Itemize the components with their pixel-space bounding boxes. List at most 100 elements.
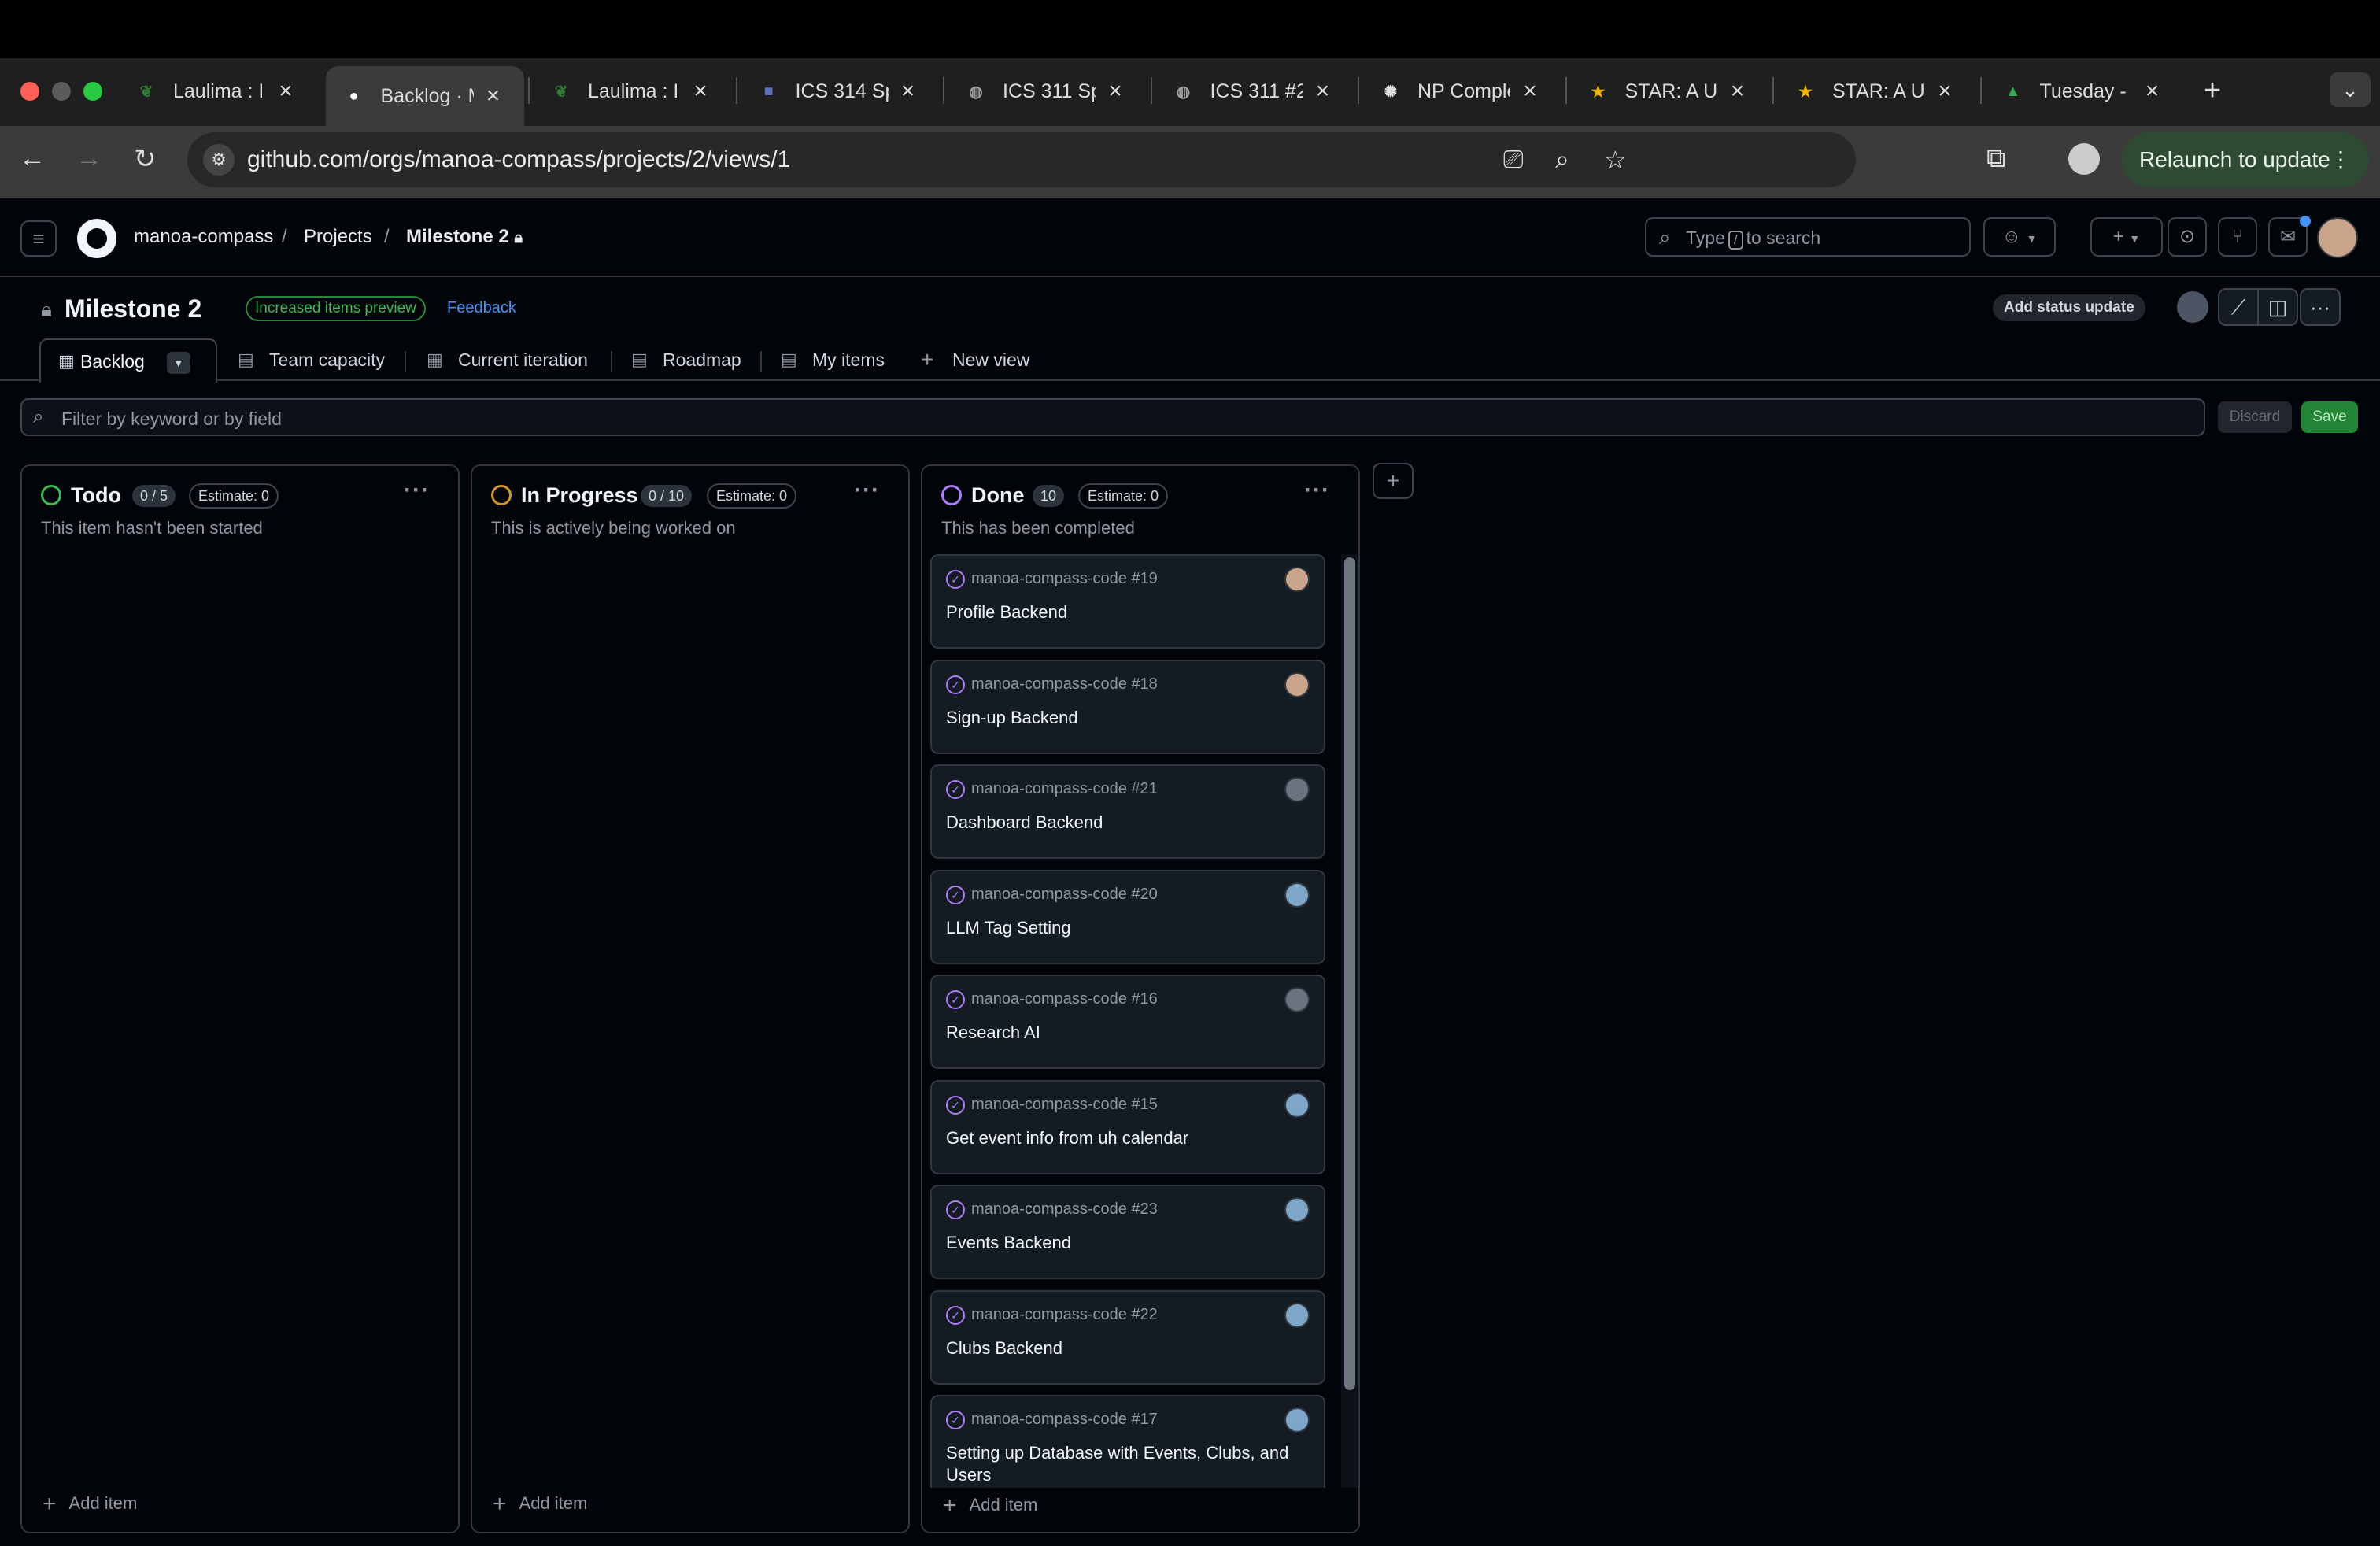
issue-title[interactable]: Profile Backend (946, 601, 1308, 623)
tab-current-iteration[interactable]: ▦ Current iteration (427, 338, 588, 381)
issue-reference[interactable]: manoa-compass-code #21 (971, 780, 1158, 798)
address-bar[interactable]: ⚙ github.com/orgs/manoa-compass/projects… (187, 132, 1856, 187)
reload-icon[interactable]: ↻ (134, 143, 157, 175)
issue-reference[interactable]: manoa-compass-code #15 (971, 1096, 1158, 1114)
browser-profile-avatar[interactable] (2068, 143, 2100, 175)
issue-card[interactable]: ✓ manoa-compass-code #15 Get event info fr… (930, 1079, 1325, 1174)
add-column-plus-icon[interactable]: + (1373, 463, 1414, 499)
issue-title[interactable]: Clubs Backend (946, 1337, 1308, 1359)
github-logo-icon[interactable] (77, 219, 116, 258)
issue-card[interactable]: ✓ manoa-compass-code #20 LLM Tag Setting (930, 869, 1325, 964)
issue-title[interactable]: Setting up Database with Events, Clubs, … (946, 1442, 1308, 1486)
assignee-avatar[interactable] (1284, 882, 1310, 908)
url-text[interactable]: github.com/orgs/manoa-compass/projects/2… (247, 146, 790, 173)
browser-tab[interactable]: ✺ NP Comple × (1362, 68, 1561, 115)
close-tab-icon[interactable]: × (482, 84, 505, 108)
assignee-avatar[interactable] (1284, 1407, 1310, 1433)
tab-my-items[interactable]: ▤ My items (781, 338, 885, 381)
site-info-icon[interactable]: ⚙ (203, 144, 235, 176)
issue-card[interactable]: ✓ manoa-compass-code #19 Profile Backend (930, 554, 1325, 649)
breadcrumb-project[interactable]: Milestone 2 🔒︎ (406, 226, 523, 248)
issue-title[interactable]: Get event info from uh calendar (946, 1127, 1308, 1149)
issue-title[interactable]: Research AI (946, 1022, 1308, 1044)
back-arrow-icon[interactable]: ← (19, 143, 46, 174)
column-menu-icon[interactable]: ··· (1304, 477, 1330, 504)
assignee-avatar[interactable] (1284, 567, 1310, 592)
column-menu-icon[interactable]: ··· (854, 477, 880, 504)
browser-tab[interactable]: ▲ Tuesday - × (1985, 68, 2183, 115)
issue-reference[interactable]: manoa-compass-code #17 (971, 1411, 1158, 1429)
close-tab-icon[interactable]: × (1726, 80, 1750, 103)
close-tab-icon[interactable]: × (896, 80, 920, 103)
tab-search-chevron-icon[interactable]: ⌄ (2330, 72, 2371, 107)
issue-reference[interactable]: manoa-compass-code #20 (971, 886, 1158, 904)
tab-new-view[interactable]: + New view (921, 338, 1029, 381)
issue-reference[interactable]: manoa-compass-code #23 (971, 1200, 1158, 1219)
issue-title[interactable]: Dashboard Backend (946, 812, 1308, 834)
insights-chart-icon[interactable]: ⟋ (2218, 288, 2259, 326)
forward-arrow-icon[interactable]: → (76, 143, 102, 174)
more-options-icon[interactable]: ··· (2300, 288, 2341, 326)
add-item-button[interactable]: + Add item (943, 1492, 1037, 1519)
browser-tab[interactable]: ◍ ICS 311 #2 × (1155, 68, 1354, 115)
hamburger-menu-icon[interactable]: ≡ (20, 220, 57, 257)
assignee-avatar[interactable] (1284, 1197, 1310, 1222)
save-button[interactable]: Save (2301, 401, 2358, 433)
add-status-update-button[interactable]: Add status update (1993, 294, 2145, 321)
new-tab-plus-icon[interactable]: + (2204, 74, 2221, 108)
assignee-avatar[interactable] (1284, 987, 1310, 1012)
assignee-avatar[interactable] (1284, 1092, 1310, 1118)
zoom-window-button[interactable] (83, 82, 102, 101)
issue-card[interactable]: ✓ manoa-compass-code #23 Events Backend (930, 1185, 1325, 1279)
pull-requests-icon[interactable]: ⑂ (2218, 217, 2257, 257)
issue-reference[interactable]: manoa-compass-code #18 (971, 675, 1158, 693)
view-options-caret-icon[interactable]: ▼ (166, 351, 190, 374)
tab-team-capacity[interactable]: ▤ Team capacity (238, 338, 385, 381)
create-new-button[interactable]: + ▼ (2090, 217, 2163, 257)
close-tab-icon[interactable]: × (1311, 80, 1335, 103)
column-menu-icon[interactable]: ··· (404, 477, 430, 504)
minimize-window-button[interactable] (52, 82, 71, 101)
scrollbar-thumb[interactable] (1344, 557, 1355, 1390)
assignee-avatar[interactable] (1284, 671, 1310, 697)
close-tab-icon[interactable]: × (1933, 80, 1957, 103)
issue-title[interactable]: Events Backend (946, 1232, 1308, 1254)
add-item-button[interactable]: + Add item (42, 1491, 137, 1518)
issues-icon[interactable]: ⊙ (2168, 217, 2207, 257)
tab-backlog[interactable]: ▦ Backlog ▼ (39, 338, 217, 383)
breadcrumb-org[interactable]: manoa-compass (134, 226, 273, 248)
side-panel-icon[interactable]: ◫ (2257, 288, 2298, 326)
close-tab-icon[interactable]: × (1518, 80, 1542, 103)
relaunch-button[interactable]: Relaunch to update ⋮ (2122, 132, 2369, 187)
discard-button[interactable]: Discard (2218, 401, 2292, 433)
issue-card[interactable]: ✓ manoa-compass-code #16 Research AI (930, 975, 1325, 1069)
install-app-icon[interactable]: ⎚ (1503, 145, 1524, 175)
feedback-link[interactable]: Feedback (447, 299, 516, 317)
preview-badge[interactable]: Increased items preview (246, 296, 426, 321)
close-window-button[interactable] (20, 82, 39, 101)
breadcrumb-projects[interactable]: Projects (304, 226, 372, 248)
browser-tab[interactable]: ◍ ICS 311 Sp × (948, 68, 1146, 115)
extensions-puzzle-icon[interactable]: ⧉ (1986, 143, 2005, 174)
issue-title[interactable]: Sign-up Backend (946, 707, 1308, 729)
copilot-button[interactable]: ☺ ▼ (1983, 217, 2056, 257)
collaborator-avatar[interactable] (2177, 291, 2208, 323)
browser-tab[interactable]: ❦ Laulima : I × (533, 68, 731, 115)
browser-tab[interactable]: ★ STAR: A U × (1570, 68, 1768, 115)
browser-tab[interactable]: ❦ Laulima : I × (118, 68, 316, 115)
issue-card[interactable]: ✓ manoa-compass-code #17 Setting up Databa… (930, 1395, 1325, 1488)
user-avatar[interactable] (2317, 217, 2358, 258)
issue-title[interactable]: LLM Tag Setting (946, 917, 1308, 939)
zoom-magnifier-icon[interactable]: ⌕ (1555, 145, 1569, 175)
issue-reference[interactable]: manoa-compass-code #19 (971, 570, 1158, 588)
issue-card[interactable]: ✓ manoa-compass-code #22 Clubs Backend (930, 1289, 1325, 1385)
assignee-avatar[interactable] (1284, 777, 1310, 802)
add-item-button[interactable]: + Add item (493, 1491, 587, 1518)
browser-tab[interactable]: ★ STAR: A U × (1777, 68, 1975, 115)
close-tab-icon[interactable]: × (2141, 80, 2164, 103)
bookmark-star-icon[interactable]: ☆ (1604, 145, 1627, 175)
browser-tab[interactable]: ■ ICS 314 Sp × (741, 68, 939, 115)
close-tab-icon[interactable]: × (1103, 80, 1127, 103)
issue-card[interactable]: ✓ manoa-compass-code #21 Dashboard Backend (930, 764, 1325, 859)
tab-roadmap[interactable]: ▤ Roadmap (631, 338, 741, 381)
